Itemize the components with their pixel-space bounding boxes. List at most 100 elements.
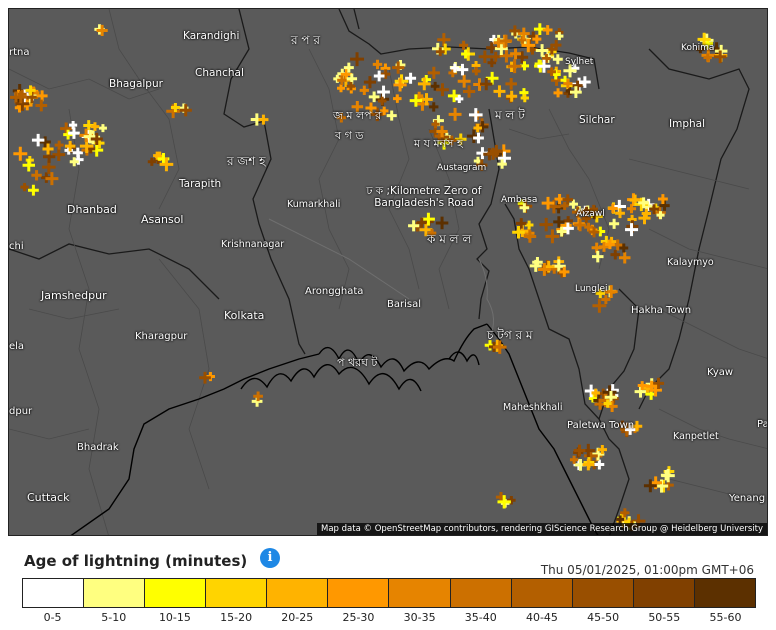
lightning-strike-marker <box>350 52 365 67</box>
map-label-silchar: Silchar <box>579 114 615 126</box>
map-label-dhaka: ঢ ক ;Kilometre Zero of Bangladesh's Road <box>366 185 482 209</box>
legend-label-55-60: 55-60 <box>709 611 742 624</box>
legend-swatch-30-35 <box>389 579 451 607</box>
lightning-strike-marker <box>610 249 621 260</box>
lightning-strike-marker <box>429 102 439 112</box>
map-label-mymensingh: ম য মনস হ <box>414 137 463 150</box>
legend-swatch-35-40 <box>450 579 512 607</box>
lightning-strike-marker <box>54 140 64 150</box>
map-label-ambasa: Ambasa <box>501 195 538 205</box>
legend-scale-labels: 0-5 5-10 10-15 15-20 20-25 25-30 30-35 35-40 40-… <box>22 611 756 624</box>
map-label-rangpur: র প র <box>291 33 320 47</box>
legend-swatch-15-20 <box>206 579 268 607</box>
legend-label-45-50: 45-50 <box>587 611 620 624</box>
lightning-strike-marker <box>448 107 462 121</box>
lightning-strike-marker <box>618 251 631 264</box>
map-label-kalaymyo: Kalaymyo <box>667 257 714 268</box>
lightning-strike-marker <box>505 78 517 90</box>
map-label-austagram: Austagram <box>437 163 487 173</box>
map-label-jamshedpur: Jamshedpur <box>41 289 107 302</box>
lightning-strike-marker <box>493 85 506 98</box>
legend-color-scale <box>22 578 756 608</box>
map-label-krishnanagar: Krishnanagar <box>221 239 285 250</box>
map-label-dhanbad: Dhanbad <box>67 203 117 216</box>
map-label-yenangyaung: Yenang <box>729 493 766 504</box>
legend-label-30-35: 30-35 <box>403 611 436 624</box>
lightning-strike-marker <box>594 459 605 470</box>
lightning-strike-marker <box>52 148 66 162</box>
legend-swatch-50-55 <box>633 579 695 607</box>
legend-timestamp: Thu 05/01/2025, 01:00pm GMT+06 <box>540 563 754 577</box>
lightning-strike-marker <box>582 458 595 471</box>
map-label-rajshahi: র জশ হ <box>227 154 266 168</box>
map-label-partial-ela: ela <box>9 341 25 352</box>
lightning-strike-marker <box>552 54 563 65</box>
lightning-strike-marker <box>90 122 100 131</box>
legend-label-35-40: 35-40 <box>464 611 497 624</box>
lightning-strike-marker <box>63 129 73 140</box>
lightning-strike-marker <box>520 93 529 103</box>
map-label-aizawl: Aizawl <box>576 209 605 219</box>
lightning-strike-marker <box>337 84 346 93</box>
legend-swatch-20-25 <box>267 579 329 607</box>
lightning-strike-marker <box>573 218 587 232</box>
legend-title: Age of lightning (minutes) <box>24 552 248 570</box>
map-label-chanchal: Chanchal <box>195 67 244 79</box>
legend-label-10-15: 10-15 <box>158 611 191 624</box>
lightning-strike-marker <box>253 391 263 402</box>
legend-label-20-25: 20-25 <box>281 611 314 624</box>
map-label-kolkata: Kolkata <box>224 309 265 322</box>
map-label-hakha-town: Hakha Town <box>631 305 692 316</box>
lightning-strike-marker <box>657 194 668 204</box>
map-label-moulvibazar: ম ল ট <box>495 108 525 122</box>
lightning-strike-marker <box>539 217 553 232</box>
map-label-patharghata: প থরঘ ট <box>337 356 378 369</box>
map-label-karandighi: Karandighi <box>183 30 240 42</box>
legend-swatch-40-45 <box>511 579 573 607</box>
legend-label-15-20: 15-20 <box>220 611 253 624</box>
lightning-strike-marker <box>542 25 553 35</box>
map-label-kumarkhali: Kumarkhali <box>287 199 341 210</box>
lightning-strike-marker <box>506 90 518 102</box>
lightning-strike-marker <box>609 218 620 229</box>
map-label-asansol: Asansol <box>141 213 184 226</box>
map-label-lunglei: Lunglei <box>575 284 608 294</box>
map-label-sylhet: Sylhet <box>565 57 594 67</box>
legend-label-5-10: 5-10 <box>101 611 127 624</box>
map-label-bhagalpur: Bhagalpur <box>109 78 163 90</box>
map-label-kanpetlet: Kanpetlet <box>673 431 719 442</box>
lightning-strike-marker <box>28 184 39 196</box>
lightning-strike-marker <box>592 250 604 263</box>
map-label-bhadrak: Bhadrak <box>77 442 119 453</box>
legend-label-25-30: 25-30 <box>342 611 375 624</box>
lightning-strike-marker <box>471 66 481 76</box>
map-label-maheshkhali: Maheshkhali <box>503 402 563 413</box>
map-label-cuttack: Cuttack <box>27 491 70 504</box>
lightning-strike-marker <box>507 59 522 74</box>
map-label-kohima: Kohima <box>681 43 715 53</box>
legend-label-40-45: 40-45 <box>525 611 558 624</box>
lightning-strike-marker <box>573 444 586 457</box>
map-label-kharagpur: Kharagpur <box>135 331 188 342</box>
map-attribution: Map data © OpenStreetMap contributors, r… <box>317 523 767 535</box>
map-label-imphal: Imphal <box>669 118 705 130</box>
lightning-strike-marker <box>31 170 42 181</box>
map-label-partial-rtna: rtna <box>9 47 30 58</box>
lightning-map[interactable]: Karandighi র প র Chanchal Bhagalpur জ ম … <box>8 8 768 536</box>
map-label-chattogram: চ টগ র ম <box>487 328 533 342</box>
lightning-strike-marker <box>98 124 107 133</box>
lightning-strike-marker <box>13 146 28 161</box>
lightning-strike-marker <box>427 66 440 79</box>
lightning-strike-marker <box>373 70 385 82</box>
lightning-strike-marker <box>359 85 369 95</box>
map-label-bogura: ব গ ড <box>335 129 364 142</box>
legend-swatch-0-5 <box>23 579 85 607</box>
lightning-strike-marker <box>435 216 449 230</box>
lightning-strike-marker <box>179 104 192 117</box>
info-icon[interactable]: i <box>260 548 280 568</box>
legend-swatch-10-15 <box>145 579 207 607</box>
lightning-strike-marker <box>456 63 469 76</box>
legend-label-0-5: 0-5 <box>43 611 62 624</box>
lightning-strike-marker <box>480 77 493 91</box>
lightning-strike-marker <box>20 183 29 192</box>
